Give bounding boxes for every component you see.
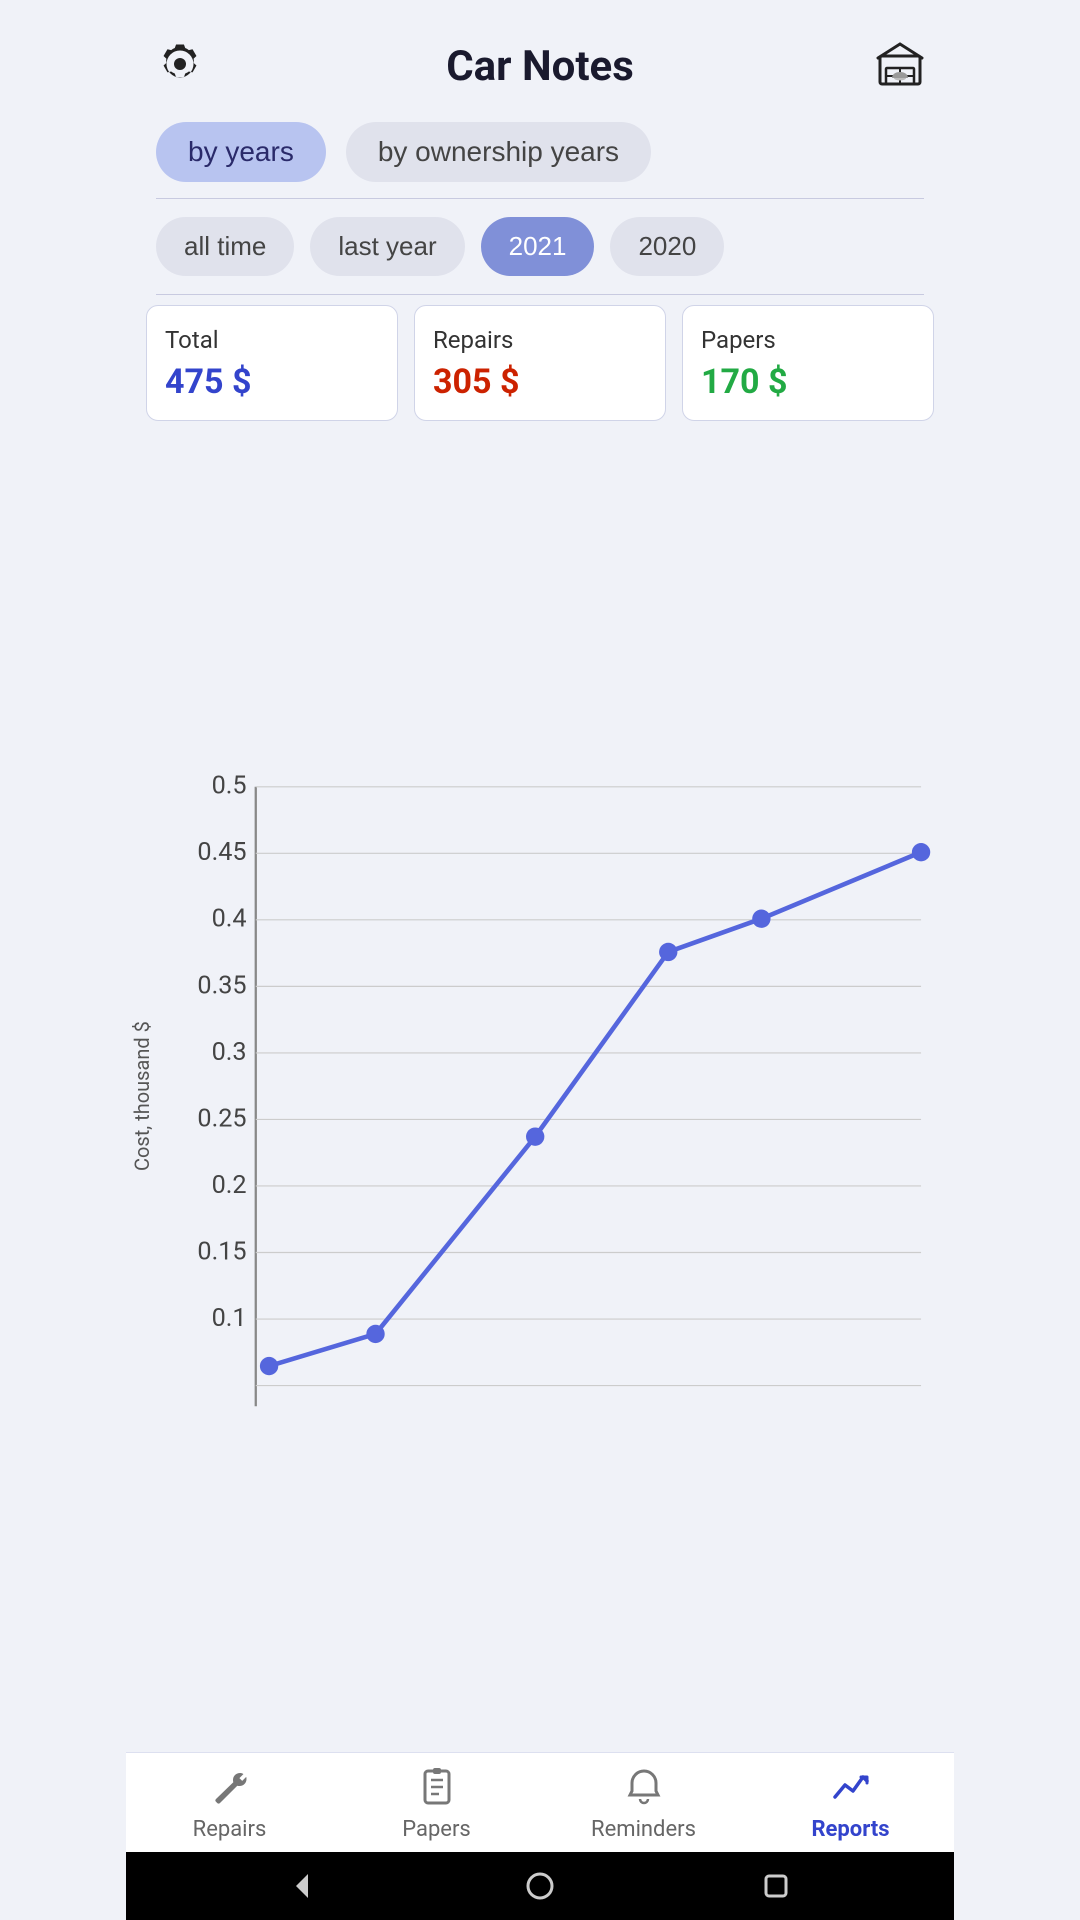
recent-button[interactable] [760, 1870, 792, 1902]
filter-row-2: all time last year 2021 2020 [126, 199, 954, 294]
filter-last-year[interactable]: last year [310, 217, 464, 276]
svg-text:0.15: 0.15 [197, 1237, 246, 1266]
nav-label-reminders: Reminders [591, 1817, 696, 1842]
filter-all-time[interactable]: all time [156, 217, 294, 276]
header: Car Notes [126, 0, 954, 112]
gear-icon[interactable] [156, 40, 204, 92]
chart-svg: 0.5 0.45 0.4 0.35 0.3 0.25 0.2 0.15 0.1 [164, 451, 944, 1742]
filter-by-years[interactable]: by years [156, 122, 326, 182]
svg-text:0.45: 0.45 [197, 838, 246, 867]
papers-card: Papers 170 $ [682, 305, 934, 421]
chart-container: Cost, thousand $ 0.5 0.45 0.4 0.35 0.3 [126, 441, 954, 1752]
back-button[interactable] [288, 1870, 320, 1902]
home-button[interactable] [524, 1870, 556, 1902]
svg-text:0.4: 0.4 [212, 905, 247, 934]
cards-row: Total 475 $ Repairs 305 $ Papers 170 $ [126, 295, 954, 441]
total-label: Total [165, 326, 379, 354]
bottom-nav: Repairs Papers Reminders [126, 1752, 954, 1852]
svg-text:0.25: 0.25 [197, 1104, 246, 1133]
total-value: 475 $ [165, 362, 379, 402]
nav-item-repairs[interactable]: Repairs [126, 1767, 333, 1842]
filter-2021[interactable]: 2021 [481, 217, 595, 276]
filter-row-1: by years by ownership years [126, 112, 954, 198]
svg-text:0.5: 0.5 [212, 772, 247, 801]
filter-by-ownership-years[interactable]: by ownership years [346, 122, 651, 182]
car-garage-icon[interactable] [876, 40, 924, 92]
papers-icon [417, 1767, 457, 1811]
page-title: Car Notes [446, 42, 634, 91]
filter-2020[interactable]: 2020 [610, 217, 724, 276]
bell-icon [624, 1767, 664, 1811]
reports-icon [831, 1767, 871, 1811]
svg-text:0.35: 0.35 [197, 971, 246, 1000]
nav-item-reminders[interactable]: Reminders [540, 1767, 747, 1842]
repairs-value: 305 $ [433, 362, 647, 402]
papers-value: 170 $ [701, 362, 915, 402]
svg-text:0.1: 0.1 [212, 1304, 247, 1333]
total-card: Total 475 $ [146, 305, 398, 421]
nav-label-papers: Papers [402, 1817, 471, 1842]
nav-label-repairs: Repairs [193, 1817, 267, 1842]
svg-text:0.3: 0.3 [212, 1038, 247, 1067]
wrench-icon [210, 1767, 250, 1811]
android-nav-bar [126, 1852, 954, 1920]
repairs-card: Repairs 305 $ [414, 305, 666, 421]
nav-item-reports[interactable]: Reports [747, 1767, 954, 1842]
repairs-label: Repairs [433, 326, 647, 354]
chart-y-label: Cost, thousand $ [126, 451, 164, 1742]
nav-item-papers[interactable]: Papers [333, 1767, 540, 1842]
svg-text:0.2: 0.2 [212, 1171, 247, 1200]
nav-label-reports: Reports [811, 1817, 889, 1842]
chart-inner: 0.5 0.45 0.4 0.35 0.3 0.25 0.2 0.15 0.1 [164, 451, 944, 1742]
papers-label: Papers [701, 326, 915, 354]
